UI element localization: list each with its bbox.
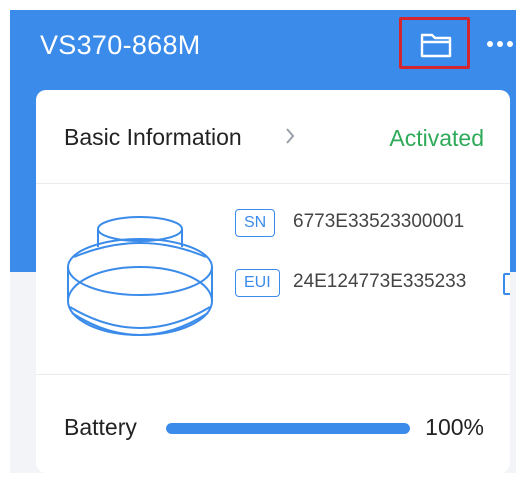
more-options-button[interactable]: [487, 41, 513, 49]
status-badge: Activated: [389, 125, 484, 151]
eui-value: 24E124773E335233: [293, 271, 467, 292]
battery-row: Battery 100%: [36, 376, 510, 473]
device-card: Basic Information Activated SN 6773E3352…: [36, 90, 510, 473]
device-illustration: [67, 216, 213, 336]
folder-icon: [420, 33, 452, 58]
sn-row: SN 6773E33523300001: [235, 209, 510, 239]
eui-badge: EUI: [235, 269, 280, 297]
chevron-right-icon: [286, 128, 295, 144]
battery-progress-bar: [166, 423, 410, 434]
sn-badge: SN: [235, 209, 276, 237]
battery-percent: 100%: [425, 414, 484, 440]
basic-information-label: Basic Information: [64, 124, 242, 150]
device-title: VS370-868M: [40, 30, 201, 60]
eui-row: EUI 24E124773E335233: [235, 269, 510, 299]
copy-icon[interactable]: [503, 273, 510, 295]
folder-button[interactable]: [399, 17, 470, 69]
sn-value: 6773E33523300001: [293, 211, 465, 232]
more-dots-icon: [487, 41, 493, 47]
basic-information-row[interactable]: Basic Information Activated: [36, 90, 510, 184]
battery-progress-fill: [166, 423, 410, 434]
battery-label: Battery: [64, 414, 137, 440]
app-screen: VS370-868M Basic Information Activated S…: [10, 10, 516, 473]
device-details: SN 6773E33523300001 EUI 24E124773E335233: [36, 185, 510, 375]
